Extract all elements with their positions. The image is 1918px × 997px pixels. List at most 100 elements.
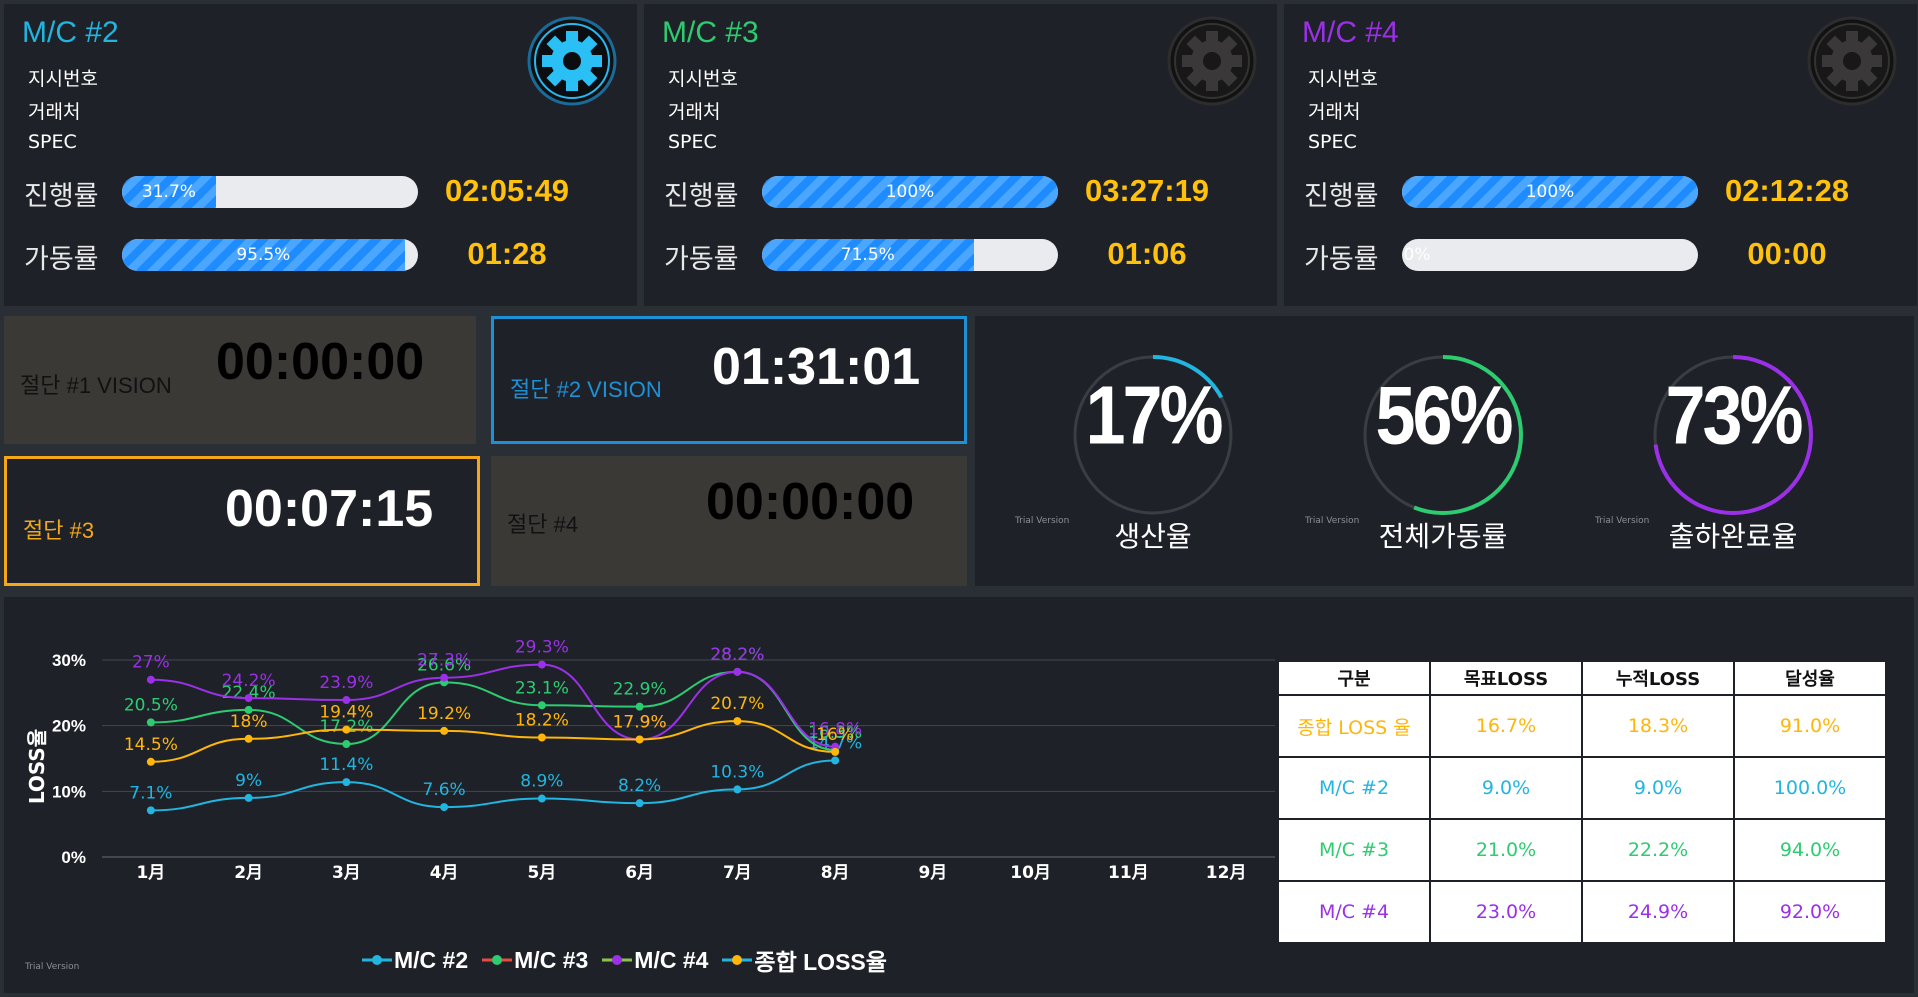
cut-label: 절단 #3 xyxy=(23,518,95,543)
data-label: 16% xyxy=(816,725,854,745)
loss-rate-line-chart: 0% 10% 20% 30% 1月 2月 3月 4月 5月 6月 7月 8月 9月 10月 11月 12月 LO… xyxy=(25,638,1275,883)
legend-label: M/C #2 xyxy=(394,946,469,973)
progress-time: 03:27:19 xyxy=(1084,173,1210,208)
progress-time: 02:12:28 xyxy=(1724,173,1850,208)
legend-marker xyxy=(362,955,392,965)
legend-item-mc3[interactable]: M/C #3 xyxy=(482,947,588,974)
progress-label: 진행률 xyxy=(664,181,739,212)
data-label: 7.1% xyxy=(129,783,172,803)
machine-card-mc4: M/C #4 지시번호 거래처 SPEC 진행률 100% 02:12:28 가… xyxy=(1284,4,1917,306)
legend-label: M/C #4 xyxy=(634,946,709,973)
data-label: 18.2% xyxy=(515,710,569,730)
progress-label: 진행률 xyxy=(1304,181,1379,212)
data-label: 18% xyxy=(230,712,268,732)
data-label: 23.9% xyxy=(319,673,373,693)
order-number-label: 지시번호 xyxy=(1308,68,1378,90)
legend-marker xyxy=(722,955,753,965)
data-point xyxy=(342,778,351,787)
table-cell: M/C #4 xyxy=(1277,880,1431,944)
legend-label: 종합 LOSS율 xyxy=(754,949,887,975)
data-point xyxy=(831,747,840,756)
cut-label: 절단 #4 xyxy=(507,512,579,537)
x-tick-label: 7月 xyxy=(723,863,752,883)
cut-timer: 00:07:15 xyxy=(225,480,434,538)
header-target-loss: 목표LOSS xyxy=(1429,660,1583,696)
legend-label: M/C #3 xyxy=(514,946,589,973)
progress-percent: 100% xyxy=(885,182,935,202)
table-cell: 22.2% xyxy=(1581,818,1735,882)
legend-item-mc2[interactable]: M/C #2 xyxy=(362,947,468,974)
data-label: 20.7% xyxy=(710,694,764,714)
header-cumulative-loss: 누적LOSS xyxy=(1581,660,1735,696)
x-tick-label: 3月 xyxy=(332,863,361,883)
data-point xyxy=(635,702,644,711)
cut-label: 절단 #1 VISION xyxy=(20,373,172,398)
table-cell: 18.3% xyxy=(1581,694,1735,758)
y-tick-label: 10% xyxy=(52,782,86,801)
gear-icon xyxy=(1807,16,1897,106)
trial-watermark: Trial Version xyxy=(25,962,80,972)
data-point xyxy=(146,718,155,727)
trial-watermark: Trial Version xyxy=(1595,516,1650,526)
table-cell: M/C #2 xyxy=(1277,756,1431,820)
data-point xyxy=(733,785,742,794)
x-tick-label: 10月 xyxy=(1010,863,1051,883)
x-tick-label: 9月 xyxy=(918,863,947,883)
uptime-time: 01:28 xyxy=(467,236,547,271)
table-row: 종합 LOSS 율 16.7% 18.3% 91.0% xyxy=(1277,694,1887,758)
table-cell: 종합 LOSS 율 xyxy=(1277,694,1431,758)
data-label: 9% xyxy=(235,771,262,791)
spec-label: SPEC xyxy=(1308,131,1357,153)
x-tick-label: 1月 xyxy=(136,863,165,883)
data-label: 22.9% xyxy=(613,680,667,700)
data-label: 7.6% xyxy=(423,780,466,800)
x-tick-label: 6月 xyxy=(625,863,654,883)
cut-label: 절단 #2 VISION xyxy=(510,377,662,402)
table-cell: 9.0% xyxy=(1581,756,1735,820)
data-point xyxy=(146,757,155,766)
data-label: 8.2% xyxy=(618,776,661,796)
progress-bar: 100% xyxy=(762,176,1058,208)
y-axis-label: LOSS율 xyxy=(25,729,49,804)
gauge-value: 73% xyxy=(1665,370,1803,462)
machine-title: M/C #2 xyxy=(22,16,119,49)
data-point xyxy=(831,756,840,765)
data-label: 24.2% xyxy=(222,671,276,691)
gauge-caption: 출하완료율 xyxy=(1668,520,1798,553)
cut-2-vision-panel: 절단 #2 VISION 01:31:01 xyxy=(491,316,967,444)
gauge-shipping-complete: 73% 출하완료율 Trial Version xyxy=(1595,345,1843,585)
table-cell: 9.0% xyxy=(1429,756,1583,820)
data-label: 19.2% xyxy=(417,704,471,724)
uptime-time: 01:06 xyxy=(1107,236,1187,271)
machine-card-mc3: M/C #3 지시번호 거래처 SPEC 진행률 100% 03:27:19 가… xyxy=(644,4,1277,306)
data-point xyxy=(342,725,351,734)
cut-timer: 00:00:00 xyxy=(216,333,425,391)
data-label: 20.5% xyxy=(124,695,178,715)
spec-label: SPEC xyxy=(668,131,717,153)
uptime-bar: 95.5% xyxy=(122,239,418,271)
data-point xyxy=(146,675,155,684)
chart-legend: M/C #2 M/C #3 M/C #4 종합 LOSS율 xyxy=(362,943,887,977)
data-point xyxy=(537,660,546,669)
customer-label: 거래처 xyxy=(28,101,81,123)
uptime-label: 가동률 xyxy=(664,244,739,275)
data-point xyxy=(244,734,253,743)
legend-item-mc4[interactable]: M/C #4 xyxy=(602,947,708,974)
table-cell: M/C #3 xyxy=(1277,818,1431,882)
data-point xyxy=(440,803,449,812)
trial-watermark: Trial Version xyxy=(1305,516,1360,526)
y-tick-label: 0% xyxy=(61,848,86,867)
table-row: M/C #4 23.0% 24.9% 92.0% xyxy=(1277,880,1887,944)
cut-timer: 01:31:01 xyxy=(712,338,921,396)
data-label: 10.3% xyxy=(710,762,764,782)
gauge-value: 56% xyxy=(1375,370,1513,462)
data-label: 19.4% xyxy=(319,703,373,723)
data-point xyxy=(537,701,546,710)
gear-icon xyxy=(1167,16,1257,106)
legend-marker xyxy=(602,955,633,965)
x-tick-label: 8月 xyxy=(821,863,850,883)
machine-title: M/C #3 xyxy=(662,16,759,49)
loss-summary-table: 구분 목표LOSS 누적LOSS 달성율 종합 LOSS 율 16.7% 18.… xyxy=(1277,660,1887,944)
machine-card-mc2: M/C #2 지시번호 거래처 SPEC 진행률 31.7% 02:05:49 … xyxy=(4,4,637,306)
legend-item-total[interactable]: 종합 LOSS율 xyxy=(722,943,887,977)
